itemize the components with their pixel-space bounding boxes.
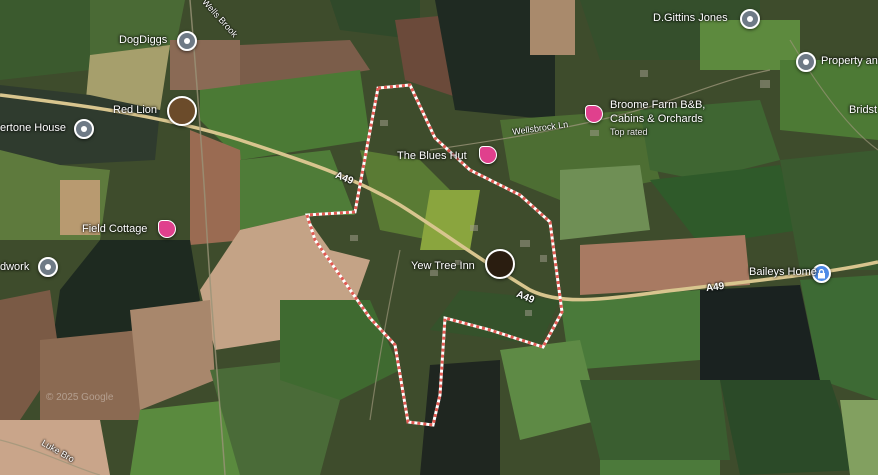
place-label-field-cottage[interactable]: Field Cottage bbox=[82, 223, 147, 236]
place-label-wertone[interactable]: ertone House bbox=[0, 122, 66, 135]
place-label-dgittins[interactable]: D.Gittins Jones bbox=[653, 12, 728, 25]
place-label-broome-2[interactable]: Cabins & Orchards bbox=[610, 113, 703, 126]
satellite-map[interactable]: A49 A49 A49 Wells Brook Wellsbrock Ln Lu… bbox=[0, 0, 878, 475]
place-pin-icon[interactable] bbox=[177, 31, 197, 51]
road-label-a49: A49 bbox=[705, 280, 725, 295]
place-label-baileys[interactable]: Baileys Home bbox=[749, 266, 817, 279]
place-label-dwork[interactable]: dwork bbox=[0, 261, 29, 274]
hotel-pin-icon[interactable] bbox=[479, 146, 497, 164]
satellite-imagery bbox=[0, 0, 878, 475]
hotel-pin-icon[interactable] bbox=[158, 220, 176, 238]
map-watermark: © 2025 Google bbox=[46, 392, 114, 403]
place-pin-icon[interactable] bbox=[38, 257, 58, 277]
pub-photo-icon[interactable] bbox=[485, 249, 515, 279]
place-label-property[interactable]: Property and bbox=[821, 55, 878, 68]
pub-photo-icon[interactable] bbox=[167, 96, 197, 126]
lock-icon bbox=[818, 268, 825, 278]
hotel-pin-icon[interactable] bbox=[585, 105, 603, 123]
place-label-bridst[interactable]: Bridst bbox=[849, 104, 877, 117]
place-label-yew-tree[interactable]: Yew Tree Inn bbox=[411, 260, 475, 273]
place-label-blues-hut[interactable]: The Blues Hut bbox=[397, 150, 467, 163]
place-pin-icon[interactable] bbox=[74, 119, 94, 139]
place-label-red-lion[interactable]: Red Lion bbox=[113, 104, 157, 117]
place-pin-icon[interactable] bbox=[740, 9, 760, 29]
place-label-dogdiggs[interactable]: DogDiggs bbox=[119, 34, 167, 47]
place-pin-icon[interactable] bbox=[796, 52, 816, 72]
place-sublabel-top-rated: Top rated bbox=[610, 127, 648, 137]
place-label-broome-1[interactable]: Broome Farm B&B, bbox=[610, 99, 705, 112]
